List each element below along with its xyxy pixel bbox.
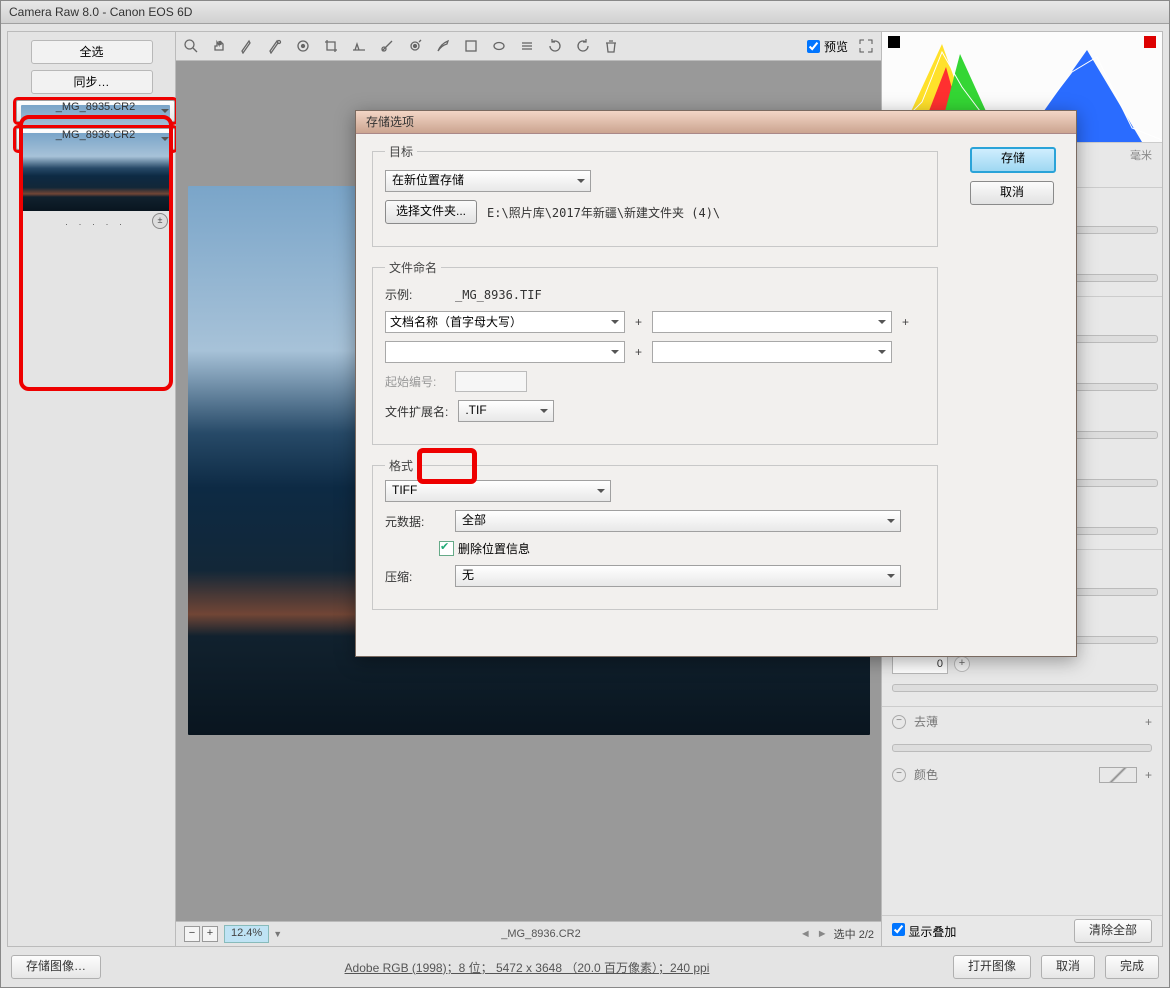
trash-icon[interactable]: [602, 37, 620, 55]
prev-image-button[interactable]: ◄: [800, 928, 811, 940]
example-filename: _MG_8936.TIF: [455, 288, 542, 302]
destination-path: E:\照片库\2017年新疆\新建文件夹 (4)\: [487, 204, 720, 221]
save-options-dialog: 存储选项 存储 取消 目标 在新位置存储 选择文件夹... E:\照片库\201…: [355, 110, 1077, 657]
redeye-tool-icon[interactable]: [406, 37, 424, 55]
adjustment-brush-tool-icon[interactable]: [434, 37, 452, 55]
spot-removal-tool-icon[interactable]: [378, 37, 396, 55]
plus-separator: +: [635, 345, 642, 359]
rotate-cw-icon[interactable]: [574, 37, 592, 55]
color-label: 颜色: [914, 766, 938, 783]
adjust-badge-icon: ±: [152, 213, 168, 229]
sync-button[interactable]: 同步…: [31, 70, 153, 94]
preview-label: 预览: [824, 38, 848, 55]
section-add-icon[interactable]: +: [1145, 768, 1152, 782]
thumbnail-caption: _MG_8935.CR2: [17, 98, 174, 117]
color-sampler-tool-icon[interactable]: [266, 37, 284, 55]
info-unit: 毫米: [1130, 147, 1152, 163]
dehaze-section[interactable]: − 去薄 +: [882, 707, 1162, 736]
collapse-icon[interactable]: −: [892, 715, 906, 729]
collapse-icon[interactable]: −: [892, 768, 906, 782]
start-number-input[interactable]: [455, 371, 527, 392]
naming-token-4[interactable]: [652, 341, 892, 363]
rotate-ccw-icon[interactable]: [546, 37, 564, 55]
thumbnail-caption: _MG_8936.CR2: [17, 126, 174, 145]
dialog-title: 存储选项: [356, 111, 1076, 134]
destination-legend: 目标: [385, 143, 417, 160]
plus-separator: +: [635, 315, 642, 329]
overlay-label: 显示叠加: [908, 925, 956, 939]
done-button[interactable]: 完成: [1105, 955, 1159, 979]
targeted-adjust-tool-icon[interactable]: [294, 37, 312, 55]
open-image-button[interactable]: 打开图像: [953, 955, 1031, 979]
metadata-label: 元数据:: [385, 513, 445, 530]
main-footer: 存储图像… Adobe RGB (1998)；8 位； 5472 x 3648 …: [7, 953, 1163, 981]
destination-select[interactable]: 在新位置存储: [385, 170, 591, 192]
selection-count: 选中 2/2: [834, 926, 874, 942]
format-legend: 格式: [385, 457, 417, 474]
checkbox-icon[interactable]: [439, 541, 454, 556]
save-image-button[interactable]: 存储图像…: [11, 955, 101, 979]
dehaze-label: 去薄: [914, 713, 938, 730]
metadata-select[interactable]: 全部: [455, 510, 901, 532]
slider-reset-icon[interactable]: +: [954, 656, 970, 672]
naming-token-3[interactable]: [385, 341, 625, 363]
naming-token-1[interactable]: 文档名称（首字母大写）: [385, 311, 625, 333]
hand-tool-icon[interactable]: [210, 37, 228, 55]
choose-folder-button[interactable]: 选择文件夹...: [385, 200, 477, 224]
filmstrip-panel: 全选 同步… · · · · · ± _MG_8935.CR2 · · · · …: [8, 32, 176, 946]
slider-value[interactable]: 0: [892, 655, 948, 674]
zoom-out-button[interactable]: −: [184, 926, 200, 942]
zoom-select[interactable]: 12.4%: [224, 925, 269, 943]
preview-checkbox-input[interactable]: [807, 40, 820, 53]
file-naming-legend: 文件命名: [385, 259, 441, 276]
overlay-checkbox[interactable]: 显示叠加: [892, 923, 956, 940]
format-select[interactable]: TIFF: [385, 480, 611, 502]
tool-toolbar: 预览: [176, 32, 882, 61]
thumbnail-item[interactable]: · · · · · ± _MG_8936.CR2: [16, 128, 175, 150]
zoom-tool-icon[interactable]: [182, 37, 200, 55]
compression-label: 压缩:: [385, 568, 445, 585]
window-title: Camera Raw 8.0 - Canon EOS 6D: [1, 1, 1169, 24]
file-naming-fieldset: 文件命名 示例: _MG_8936.TIF 文档名称（首字母大写） + + +: [372, 259, 938, 445]
plus-separator: +: [902, 315, 909, 329]
color-section[interactable]: − 颜色 +: [882, 760, 1162, 789]
section-add-icon[interactable]: +: [1145, 715, 1152, 729]
compression-select[interactable]: 无: [455, 565, 901, 587]
remove-location-checkbox[interactable]: 删除位置信息: [439, 540, 925, 557]
radial-filter-tool-icon[interactable]: [490, 37, 508, 55]
clear-all-button[interactable]: 清除全部: [1074, 919, 1152, 943]
right-footer: 显示叠加 清除全部: [882, 915, 1162, 946]
white-balance-tool-icon[interactable]: [238, 37, 256, 55]
remove-location-label: 删除位置信息: [458, 540, 530, 557]
overlay-checkbox-input[interactable]: [892, 923, 905, 936]
crop-tool-icon[interactable]: [322, 37, 340, 55]
extension-select[interactable]: .TIF: [458, 400, 554, 422]
example-label: 示例:: [385, 286, 445, 303]
select-all-button[interactable]: 全选: [31, 40, 153, 64]
preview-checkbox[interactable]: 预览: [807, 38, 848, 55]
preview-status-bar: − + 12.4% ▼ _MG_8936.CR2 ◄ ► 选中 2/2: [176, 921, 882, 946]
slider-track[interactable]: [892, 744, 1152, 752]
preferences-tool-icon[interactable]: [518, 37, 536, 55]
naming-token-2[interactable]: [652, 311, 892, 333]
destination-fieldset: 目标 在新位置存储 选择文件夹... E:\照片库\2017年新疆\新建文件夹 …: [372, 143, 938, 247]
next-image-button[interactable]: ►: [817, 928, 828, 940]
status-filename: _MG_8936.CR2: [282, 928, 800, 940]
start-number-label: 起始编号:: [385, 373, 445, 390]
cancel-button[interactable]: 取消: [1041, 955, 1095, 979]
fullscreen-icon[interactable]: [858, 38, 874, 54]
format-fieldset: 格式 TIFF 元数据: 全部 删除位置信息 压缩: 无: [372, 457, 938, 610]
workflow-options-link[interactable]: Adobe RGB (1998)；8 位； 5472 x 3648 （20.0 …: [111, 959, 943, 976]
color-swatch[interactable]: [1099, 767, 1137, 783]
slider-track[interactable]: [892, 684, 1158, 692]
thumbnail-item[interactable]: · · · · · ± _MG_8935.CR2: [16, 100, 175, 122]
rating-dots: · · · · ·: [17, 215, 174, 234]
zoom-in-button[interactable]: +: [202, 926, 218, 942]
straighten-tool-icon[interactable]: [350, 37, 368, 55]
graduated-filter-tool-icon[interactable]: [462, 37, 480, 55]
extension-label: 文件扩展名:: [385, 403, 448, 420]
